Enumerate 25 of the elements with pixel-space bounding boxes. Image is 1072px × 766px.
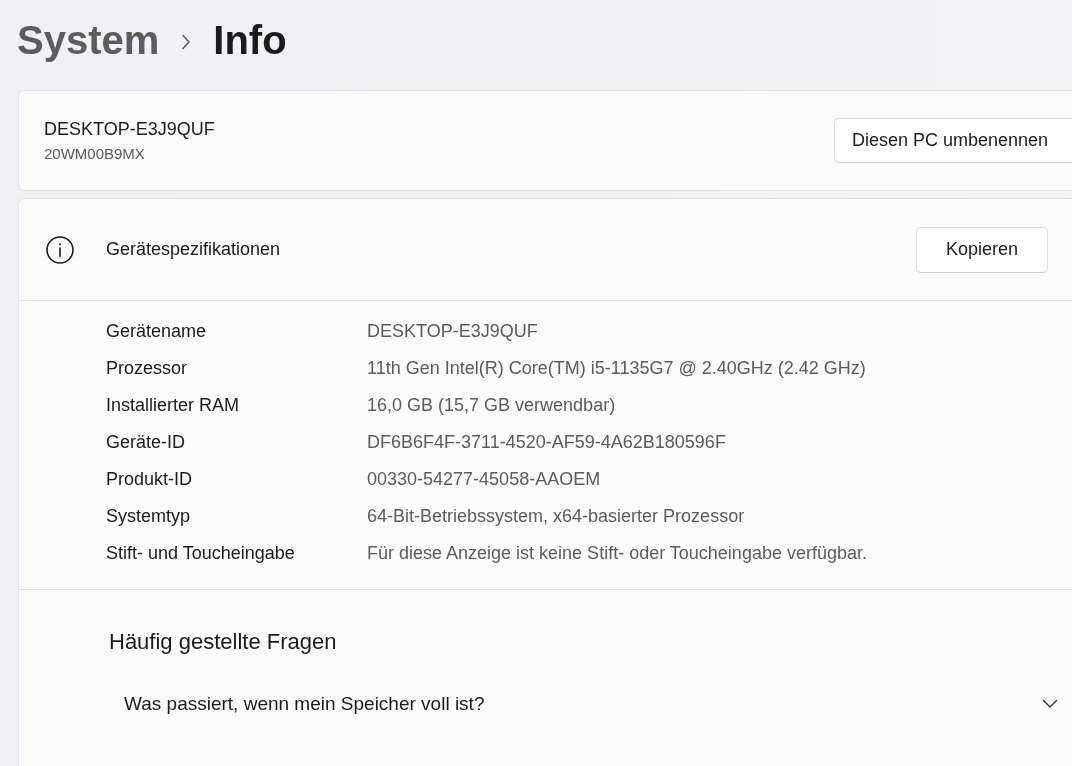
faq-title: Häufig gestellte Fragen (109, 628, 338, 656)
device-name: DESKTOP-E3J9QUF (44, 118, 216, 141)
info-icon (46, 235, 74, 264)
spec-label: Geräte-ID (106, 431, 187, 454)
spec-label: Systemtyp (106, 505, 192, 528)
spec-label: Stift- und Toucheingabe (106, 542, 296, 565)
faq-question[interactable]: Was passiert, wenn mein Speicher voll ist? (109, 681, 1066, 727)
spec-value: DESKTOP-E3J9QUF (367, 320, 538, 343)
spec-label: Produkt-ID (106, 468, 194, 491)
spec-value: 11th Gen Intel(R) Core(TM) i5-1135G7 @ 2.40GHz (2.42 GHz) (367, 357, 866, 380)
spec-value: 16,0 GB (15,7 GB verwendbar) (367, 394, 616, 417)
copy-button[interactable]: Kopieren (916, 226, 1048, 273)
spec-label: Gerätename (106, 320, 208, 343)
spec-label: Prozessor (106, 357, 189, 380)
device-model: 20WM00B9MX (44, 144, 146, 164)
spec-label: Installierter RAM (106, 394, 241, 417)
rename-pc-button[interactable]: Diesen PC umbenennen (834, 118, 1072, 163)
spec-value: DF6B6F4F-3711-4520-AF59-4A62B180596F (367, 431, 726, 454)
spec-value: Für diese Anzeige ist keine Stift- oder Toucheingabe verfügbar. (367, 542, 867, 565)
spec-value: 00330-54277-45058-AAOEM (367, 468, 601, 491)
spec-value: 64-Bit-Betriebssystem, x64-basierter Prozessor (367, 505, 745, 528)
chevron-right-icon (181, 34, 192, 50)
section-title: Gerätespezifikationen (106, 238, 282, 261)
page-title: Info (213, 17, 287, 64)
breadcrumb-link[interactable]: System (17, 14, 160, 66)
